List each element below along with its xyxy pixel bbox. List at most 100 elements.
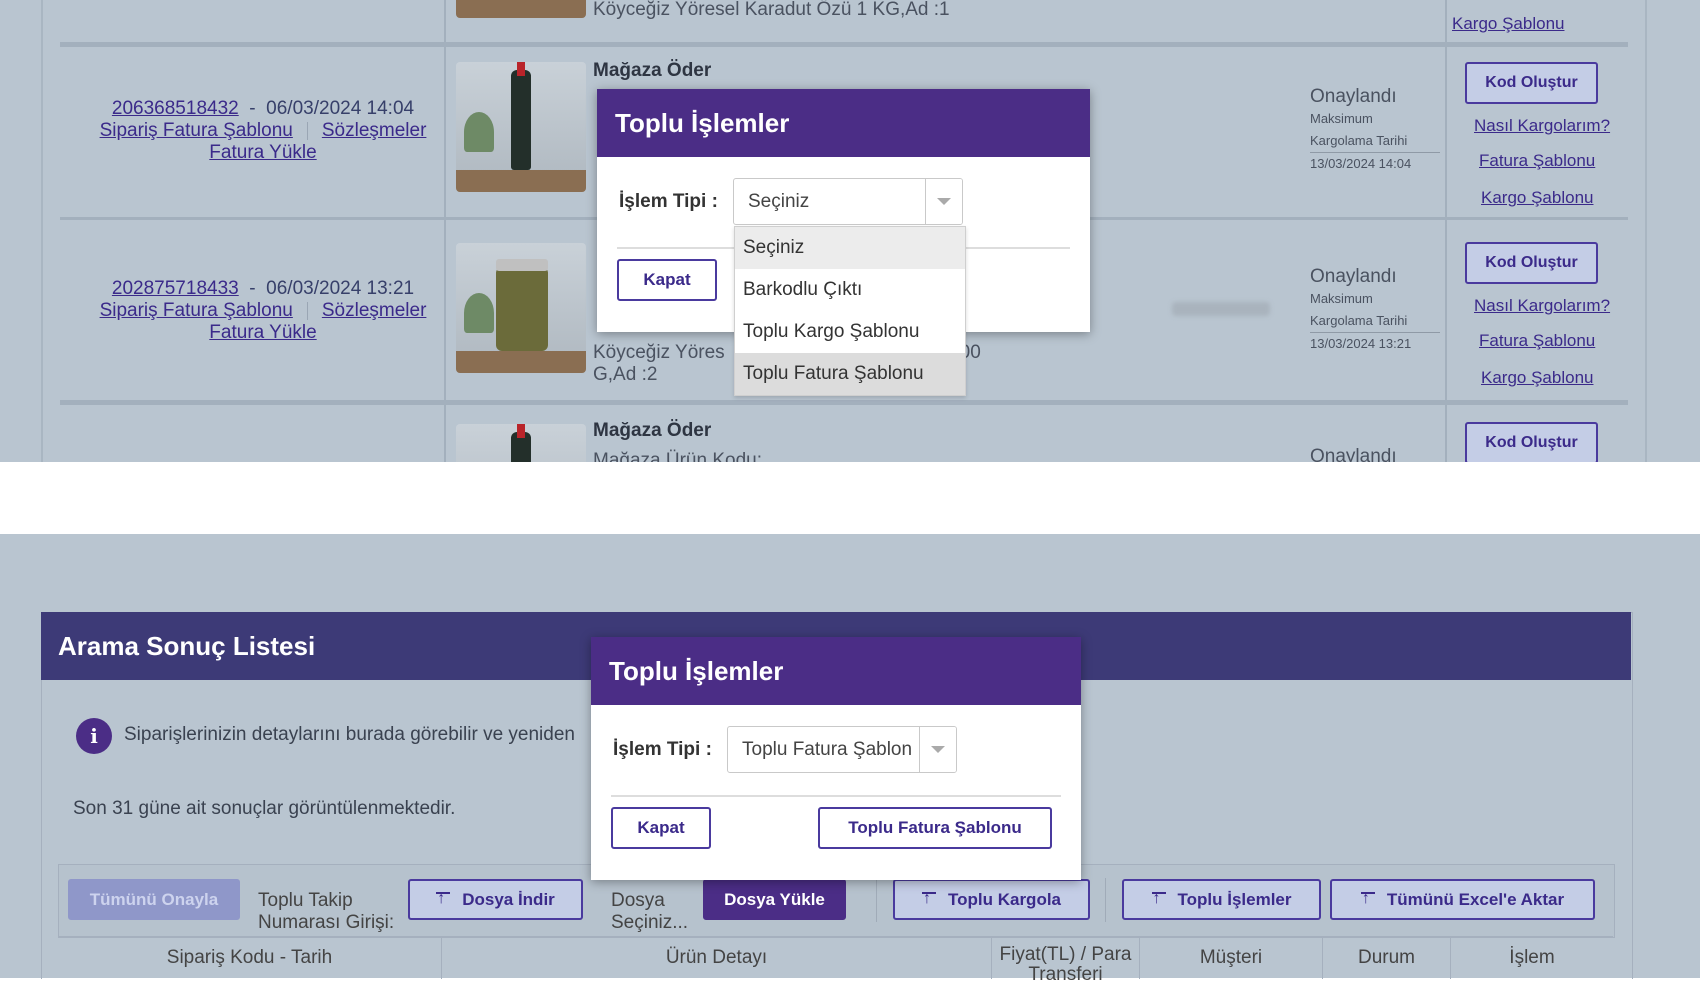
option-bulk-cargo-template[interactable]: Toplu Kargo Şablonu [735,311,965,353]
invoice-template-link[interactable]: Fatura Şablonu [1479,151,1595,171]
order-code-link[interactable]: 206368518432 [112,98,239,119]
cell-divider [444,405,446,462]
column-status: Durum [1322,937,1450,979]
column-action: İşlem [1450,937,1613,979]
product-image [456,0,586,18]
upload-icon [1360,889,1375,909]
cell-divider [1445,45,1447,217]
bulk-ship-button[interactable]: Toplu Kargola [893,879,1090,920]
approve-all-button[interactable]: Tümünü Onayla [68,879,240,920]
invoice-template-link[interactable]: Sipariş Fatura Şablonu [100,120,293,141]
order-date: 06/03/2024 13:21 [266,278,415,299]
button-label: Toplu İşlemler [1177,889,1292,909]
order-info: 206368518432 - 06/03/2024 14:04 Sipariş … [99,98,427,163]
product-image [456,424,586,462]
cargo-date-label: Kargolama Tarihi [1310,313,1408,328]
left-border [41,0,43,462]
operation-type-label: İşlem Tipi : [619,191,718,212]
choose-file-label[interactable]: Dosya Seçiniz... [611,890,706,934]
cargo-date: 13/03/2024 13:21 [1310,336,1412,351]
bulk-invoice-template-button[interactable]: Toplu Fatura Şablonu [818,807,1052,849]
option-barcode-output[interactable]: Barkodlu Çıktı [735,269,965,311]
store-pays-label: Mağaza Öder [593,60,712,81]
cargo-date: 13/03/2024 14:04 [1310,156,1412,171]
order-info: 202875718433 - 06/03/2024 13:21 Sipariş … [99,278,427,343]
contracts-link[interactable]: Sözleşmeler [322,120,427,141]
max-label: Maksimum [1310,291,1373,306]
status-text: Onaylandı [1310,86,1397,107]
column-product-detail: Ürün Detayı [441,937,991,979]
store-pays-label: Mağaza Öder [593,420,712,441]
column-price-transfer: Fiyat(TL) / Para Transferi [991,937,1139,985]
cargo-template-link[interactable]: Kargo Şablonu [1481,368,1593,388]
operation-type-dropdown: Seçiniz Barkodlu Çıktı Toplu Kargo Şablo… [734,226,966,396]
option-bulk-invoice-template[interactable]: Toplu Fatura Şablonu [735,353,965,395]
max-label: Maksimum [1310,111,1373,126]
modal-title: Toplu İşlemler [591,637,1081,705]
chevron-down-icon[interactable] [919,727,956,772]
how-to-ship-link[interactable]: Nasıl Kargolarım? [1474,116,1610,136]
create-code-button[interactable]: Kod Oluştur [1465,422,1598,462]
status-text: Onaylandı [1310,266,1397,287]
top-screenshot-panel: Köyceğiz Yöresel Karadut Özü 1 KG,Ad :1 … [0,0,1700,462]
upload-invoice-link[interactable]: Fatura Yükle [209,322,316,343]
info-icon: i [76,718,112,754]
screenshot-gap [0,462,1700,534]
invoice-template-link[interactable]: Fatura Şablonu [1479,331,1595,351]
cargo-date-label: Kargolama Tarihi [1310,133,1408,148]
upload-icon [921,889,936,909]
bulk-operations-button[interactable]: Toplu İşlemler [1122,879,1321,920]
product-text-start: Köyceğiz Yöres [593,342,725,363]
column-customer: Müşteri [1139,937,1322,979]
cell-divider [444,0,446,44]
option-select[interactable]: Seçiniz [735,227,965,269]
invoice-template-link[interactable]: Sipariş Fatura Şablonu [100,300,293,321]
upload-file-button[interactable]: Dosya Yükle [703,879,846,920]
product-description: Köyceğiz Yöresel Karadut Özü 1 KG,Ad :1 [593,0,950,20]
cell-divider [1445,0,1447,44]
close-button[interactable]: Kapat [611,807,711,849]
download-file-button[interactable]: Dosya İndir [408,879,583,920]
upload-invoice-link[interactable]: Fatura Yükle [209,142,316,163]
order-status: Onaylandı Maksimum Kargolama Tarihi 13/0… [1310,86,1440,175]
upload-icon [436,889,451,909]
contracts-link[interactable]: Sözleşmeler [322,300,427,321]
product-image [456,62,586,192]
info-text: Siparişlerinizin detaylarını burada göre… [124,724,575,745]
create-code-button[interactable]: Kod Oluştur [1465,62,1598,104]
separator [306,301,308,320]
close-button[interactable]: Kapat [617,259,717,301]
how-to-ship-link[interactable]: Nasıl Kargolarım? [1474,296,1610,316]
status-text: Onaylandı [1310,446,1397,462]
select-value: Toplu Fatura Şablon [742,738,913,760]
operation-type-select[interactable]: Toplu Fatura Şablon [727,726,957,773]
export-all-excel-button[interactable]: Tümünü Excel'e Aktar [1330,879,1595,920]
order-status: Onaylandı Maksimum Kargolama Tarihi 13/0… [1310,266,1440,355]
button-label: Toplu Kargola [947,889,1061,909]
order-code-link[interactable]: 202875718433 [112,278,239,299]
table-header: Sipariş Kodu - Tarih Ürün Detayı Fiyat(T… [58,936,1613,985]
product-image [456,243,586,373]
modal-divider [611,795,1061,797]
operation-type-label: İşlem Tipi : [613,739,712,760]
cargo-template-link[interactable]: Kargo Şablonu [1452,14,1564,34]
column-order-code-date: Sipariş Kodu - Tarih [166,947,333,968]
modal-title: Toplu İşlemler [597,89,1090,157]
toolbar-divider [876,878,877,922]
period-text: Son 31 güne ait sonuçlar görüntülenmekte… [73,798,456,819]
create-code-button[interactable]: Kod Oluştur [1465,242,1598,284]
button-label: Tümünü Excel'e Aktar [1386,889,1565,909]
bulk-tracking-label: Toplu Takip Numarası Girişi: [258,890,395,933]
order-status: Onaylandı [1310,446,1397,462]
blurred-customer-name [1172,302,1270,316]
store-product-code-label: Mağaza Ürün Kodu: [593,450,762,462]
bulk-operations-modal: Toplu İşlemler İşlem Tipi : Toplu Fatura… [591,637,1081,880]
order-date: 06/03/2024 14:04 [266,98,415,119]
upload-icon [1151,889,1166,909]
chevron-down-icon[interactable] [925,179,962,224]
operation-type-select[interactable]: Seçiniz [733,178,963,225]
toolbar-divider [1105,878,1106,922]
separator [306,121,308,140]
cargo-template-link[interactable]: Kargo Şablonu [1481,188,1593,208]
button-label: Dosya İndir [462,889,555,909]
